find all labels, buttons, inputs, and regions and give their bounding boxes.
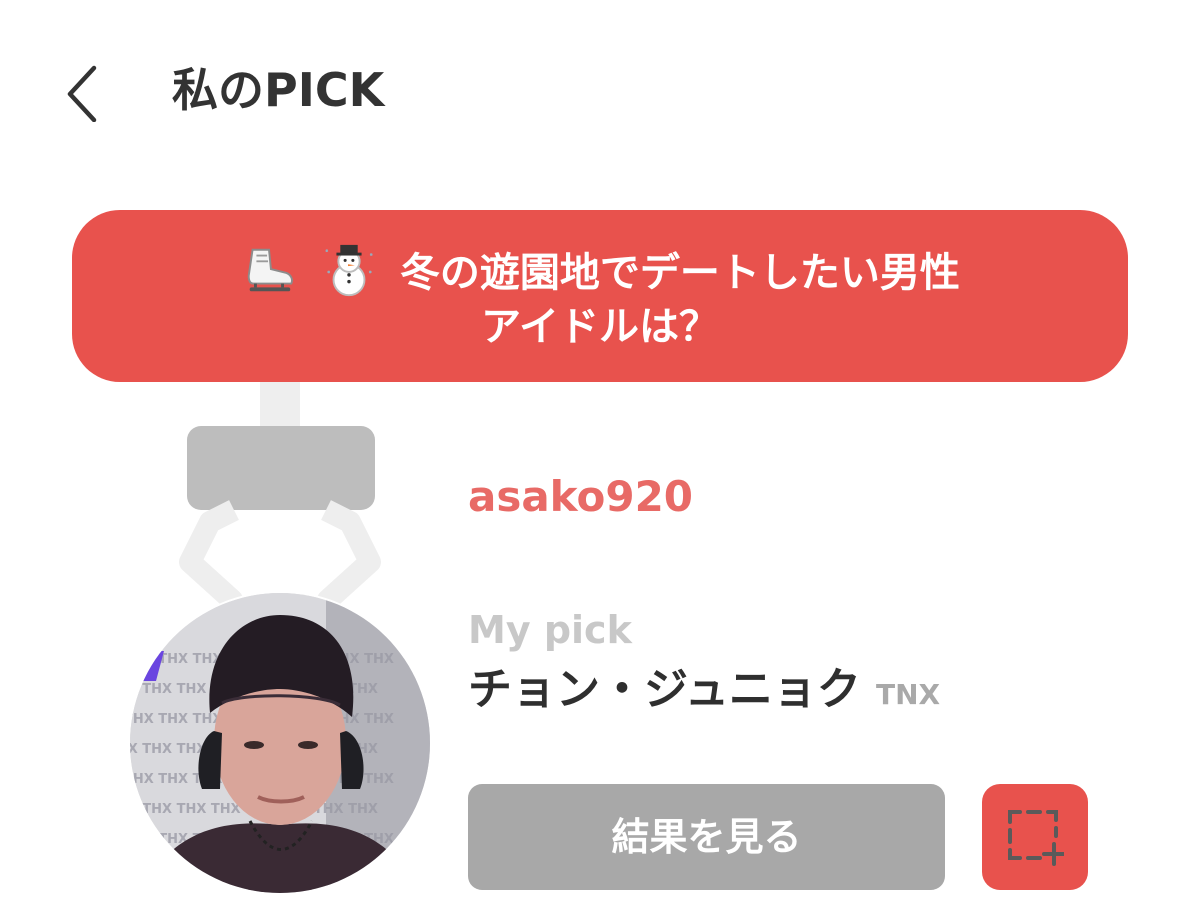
question-banner: 冬の遊園地でデートしたい男性 アイドルは？: [72, 210, 1128, 382]
chevron-left-icon: [67, 65, 97, 122]
idol-name: チョン・ジュニョク: [468, 664, 861, 715]
screen-capture-icon: [1008, 810, 1064, 866]
view-results-button[interactable]: 結果を見る: [468, 784, 945, 890]
username: asako920: [468, 472, 694, 521]
header: 私のPICK: [0, 0, 1200, 170]
capture-button[interactable]: [982, 784, 1088, 890]
back-button[interactable]: [50, 52, 120, 132]
picked-idol: チョン・ジュニョク TNX: [468, 660, 940, 729]
idol-group: TNX: [876, 678, 941, 711]
idol-photo: THX THX THX THX THX THX THX THX THX THX …: [130, 593, 430, 893]
my-pick-caption: My pick: [468, 608, 632, 652]
avatar: THX THX THX THX THX THX THX THX THX THX …: [130, 593, 430, 893]
question-line-1: 冬の遊園地でデートしたい男性: [72, 242, 1128, 300]
page-title: 私のPICK: [172, 63, 385, 117]
question-text-line-1: 冬の遊園地でデートしたい男性: [399, 250, 960, 296]
ice-skate-icon: [247, 248, 293, 292]
question-text-line-2: アイドルは？: [481, 304, 719, 350]
snowman-icon: [325, 244, 373, 297]
